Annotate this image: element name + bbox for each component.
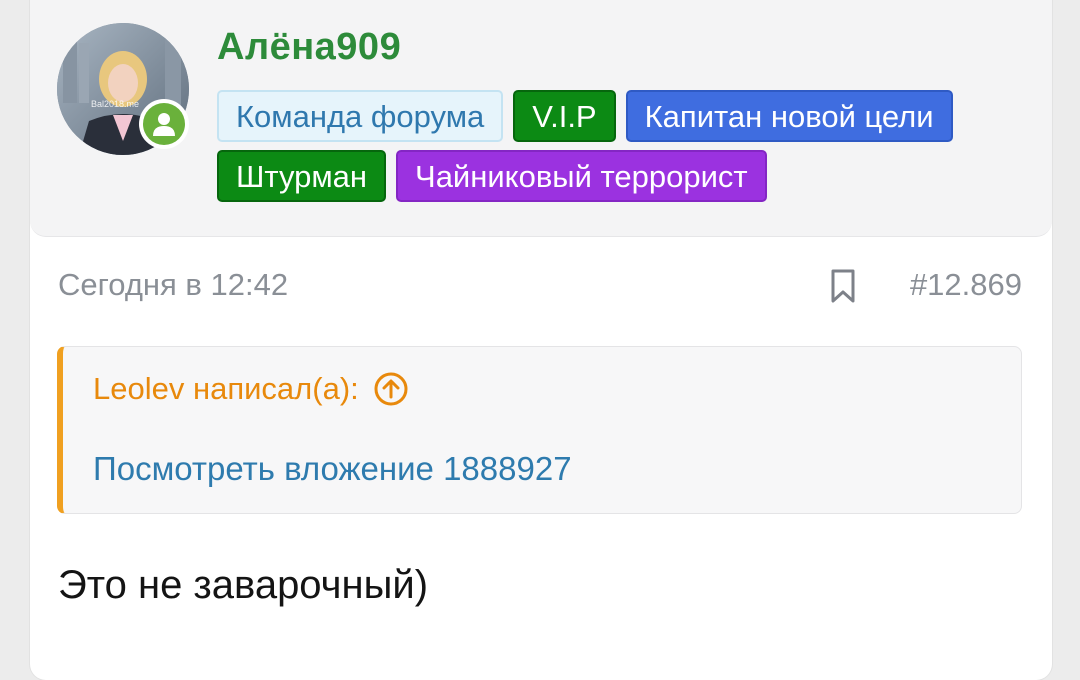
badge-vip: V.I.P — [513, 90, 616, 142]
avatar-container[interactable]: Bal2018.me — [57, 23, 189, 155]
username-link[interactable]: Алёна909 — [217, 26, 401, 69]
online-status-indicator — [139, 99, 189, 149]
arrow-up-circle-icon[interactable] — [373, 371, 409, 407]
quote-block: Leolev написал(а): Посмотреть вложение 1… — [57, 346, 1022, 514]
user-icon — [153, 113, 175, 136]
badge-row-1: Команда форума V.I.P Капитан новой цели — [217, 90, 1017, 142]
post-date-link[interactable]: Сегодня в 12:42 — [58, 267, 288, 303]
quote-author-text: Leolev написал(а): — [93, 371, 359, 406]
forum-post: Bal2018.me Алёна909 Команда форума V.I.P… — [30, 0, 1052, 680]
bookmark-icon[interactable] — [830, 268, 856, 304]
badge-team: Команда форума — [217, 90, 504, 142]
badge-navigator: Штурман — [217, 150, 387, 202]
avatar-watermark: Bal2018.me — [91, 99, 139, 109]
quote-header: Leolev написал(а): — [93, 371, 409, 407]
post-number-link[interactable]: #12.869 — [910, 267, 1022, 303]
badge-row-2: Штурман Чайниковый террорист — [217, 150, 1017, 202]
badge-teapot: Чайниковый террорист — [396, 150, 767, 202]
post-message: Это не заварочный) — [58, 563, 429, 607]
badge-captain: Капитан новой цели — [625, 90, 953, 142]
user-badges: Команда форума V.I.P Капитан новой цели … — [217, 90, 1017, 210]
user-info-block: Bal2018.me Алёна909 Команда форума V.I.P… — [30, 0, 1052, 237]
attachment-link[interactable]: Посмотреть вложение 1888927 — [93, 450, 572, 488]
